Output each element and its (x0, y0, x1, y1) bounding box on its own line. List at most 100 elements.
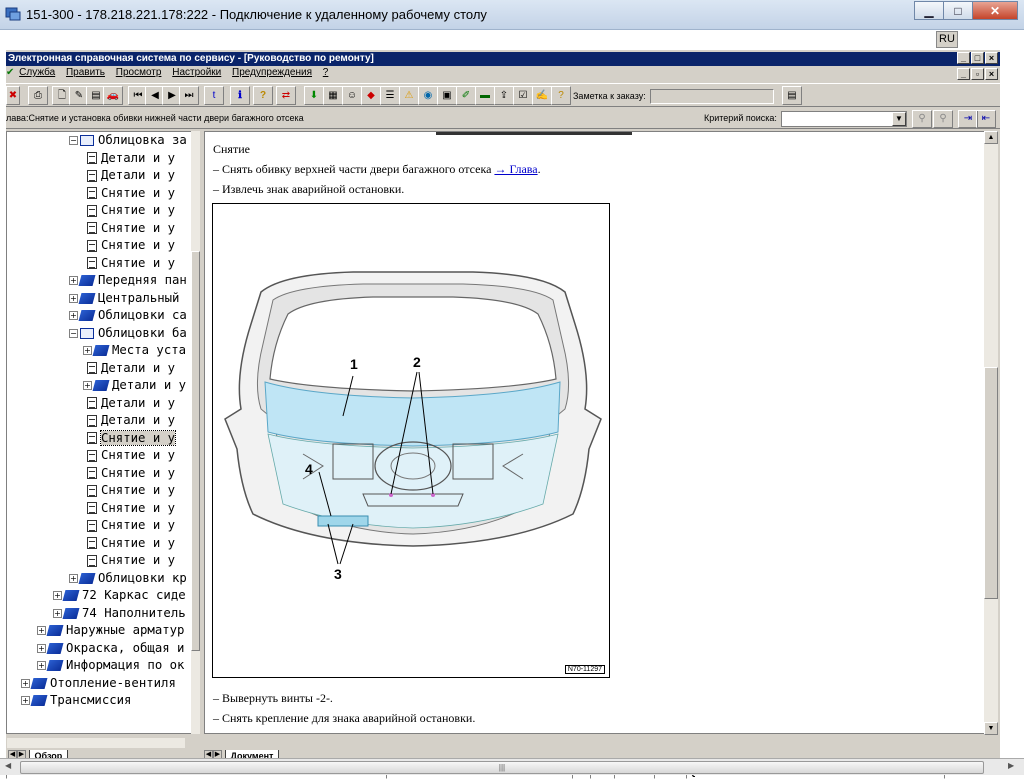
tree-item[interactable]: + Отопление-вентиля (21, 675, 176, 693)
rdp-scroll-right-icon[interactable]: ▶ (1008, 761, 1014, 770)
chapter-link[interactable]: → Глава (494, 162, 537, 176)
menu-view[interactable]: Просмотр (116, 67, 162, 78)
warning-icon[interactable]: ⚠ (399, 86, 419, 105)
tree-item[interactable]: + Облицовки кр (69, 570, 187, 588)
calculator-icon[interactable]: ▦ (323, 86, 343, 105)
upload-icon[interactable]: ⇪ (494, 86, 514, 105)
order-note-icon[interactable]: ▤ (782, 86, 802, 105)
tree-item[interactable]: Снятие и у (87, 185, 175, 203)
save-icon[interactable]: ▣ (437, 86, 457, 105)
search-criterion-select[interactable]: ▼ (781, 111, 907, 127)
expand-node-icon[interactable]: + (69, 311, 78, 320)
expand-icon[interactable]: ⇥ (958, 110, 978, 128)
expand-node-icon[interactable]: + (21, 696, 30, 705)
app-minimize-button[interactable]: _ (957, 52, 970, 64)
menu-service[interactable]: Служба (19, 67, 55, 78)
person-icon[interactable]: ☺ (342, 86, 362, 105)
expand-node-icon[interactable]: + (83, 381, 92, 390)
tree-item[interactable]: Снятие и у (87, 482, 175, 500)
tree-item[interactable]: + Наружные арматур (37, 622, 184, 640)
vehicle-icon[interactable]: ▬ (475, 86, 495, 105)
collapse-node-icon[interactable]: − (69, 328, 78, 338)
help-doc-icon[interactable]: ? (551, 86, 571, 105)
rdp-hscroll-thumb[interactable]: ||| (20, 761, 984, 774)
tree-item[interactable]: +72 Каркас сиде (53, 587, 186, 605)
tree-item[interactable]: − Облицовка за (69, 132, 187, 150)
search-next-icon[interactable]: ⚲ (933, 110, 953, 128)
last-page-icon[interactable]: ⏭ (179, 86, 199, 105)
rdp-scroll-left-icon[interactable]: ◀ (5, 761, 11, 770)
tree-item[interactable]: Снятие и у (87, 517, 175, 535)
chevron-down-icon[interactable]: ▼ (892, 112, 906, 126)
tree-item[interactable]: + Информация по ок (37, 657, 184, 675)
tree-item[interactable]: Снятие и у (87, 447, 175, 465)
globe-icon[interactable]: ◉ (418, 86, 438, 105)
tree-scroll-thumb[interactable] (191, 251, 200, 651)
download-icon[interactable]: ⬇ (304, 86, 324, 105)
search-icon[interactable]: ⚲ (912, 110, 932, 128)
collapse-node-icon[interactable]: − (69, 136, 78, 145)
tree-item[interactable]: Снятие и у (87, 535, 175, 553)
expand-node-icon[interactable]: + (53, 591, 62, 600)
menu-edit[interactable]: Править (66, 67, 105, 78)
expand-node-icon[interactable]: + (69, 276, 78, 285)
tree-item[interactable]: Детали и у (87, 150, 175, 168)
expand-node-icon[interactable]: + (21, 678, 30, 688)
document-scroll-thumb[interactable] (984, 367, 998, 599)
tree-hscrollbar[interactable] (6, 737, 186, 749)
minimize-button[interactable]: ▁ (914, 1, 944, 20)
checklist-icon[interactable]: ☑ (513, 86, 533, 105)
expand-node-icon[interactable]: + (37, 643, 46, 653)
scroll-down-icon[interactable]: ▼ (984, 722, 998, 735)
tree-item[interactable]: Детали и у (87, 412, 175, 430)
menu-help[interactable]: ? (323, 67, 329, 78)
print-icon[interactable]: ⎙ (28, 86, 48, 105)
help-icon[interactable]: ? (253, 86, 273, 105)
doc-restore-button[interactable]: ▫ (971, 68, 984, 80)
order-note-field[interactable] (650, 89, 774, 104)
tree-item[interactable]: Снятие и у (87, 429, 177, 448)
tree-item[interactable]: Снятие и у (87, 552, 175, 570)
app-maximize-button[interactable]: □ (971, 52, 984, 64)
close-button[interactable]: ✕ (972, 1, 1018, 20)
tree-item[interactable]: + Детали и у (83, 377, 186, 395)
menu-warnings[interactable]: Предупреждения (232, 67, 312, 78)
list-icon[interactable]: ☰ (380, 86, 400, 105)
doc-minimize-button[interactable]: _ (957, 68, 970, 80)
tree-item[interactable]: Снятие и у (87, 202, 175, 220)
expand-node-icon[interactable]: + (37, 661, 46, 670)
note-icon[interactable]: ✍ (532, 86, 552, 105)
tree-item[interactable]: Снятие и у (87, 237, 175, 255)
menu-settings[interactable]: Настройки (172, 67, 221, 78)
maximize-button[interactable]: □ (943, 1, 973, 20)
language-indicator[interactable]: RU (936, 31, 958, 48)
app-close-button[interactable]: × (985, 52, 998, 64)
tree-item[interactable]: Снятие и у (87, 500, 175, 518)
tree-item[interactable]: Детали и у (87, 360, 175, 378)
tree-item[interactable]: + Места уста (83, 342, 186, 360)
tag-icon[interactable]: ◆ (361, 86, 381, 105)
tree-item[interactable]: +74 Наполнитель (53, 605, 186, 623)
expand-node-icon[interactable]: + (37, 626, 46, 635)
tree-item[interactable]: + Центральный (69, 290, 179, 308)
tree-item[interactable]: Снятие и у (87, 220, 175, 238)
document-scrollbar[interactable]: ▲ ▼ (984, 131, 998, 735)
tree-item[interactable]: Снятие и у (87, 255, 175, 273)
tree-item[interactable]: + Окраска, общая и (37, 640, 184, 658)
info-icon[interactable]: ℹ (230, 86, 250, 105)
pen-icon[interactable]: ✐ (456, 86, 476, 105)
tree-item[interactable]: Детали и у (87, 167, 175, 185)
expand-node-icon[interactable]: + (83, 346, 92, 355)
rdp-hscrollbar[interactable]: ◀ ||| ▶ (0, 758, 1024, 775)
expand-node-icon[interactable]: + (53, 608, 62, 618)
expand-node-icon[interactable]: + (69, 293, 78, 303)
tree-item[interactable]: − Облицовки ба (69, 325, 187, 343)
tree-scrollbar[interactable] (191, 131, 200, 734)
collapse-icon[interactable]: ⇤ (976, 110, 996, 128)
cancel-icon[interactable]: ✖ (6, 86, 20, 105)
goto-icon[interactable]: t (204, 86, 224, 105)
tree-item[interactable]: + Трансмиссия (21, 692, 131, 710)
scroll-up-icon[interactable]: ▲ (984, 131, 998, 144)
tree-item[interactable]: + Передняя пан (69, 272, 187, 290)
car-icon[interactable]: 🚗 (103, 86, 123, 105)
